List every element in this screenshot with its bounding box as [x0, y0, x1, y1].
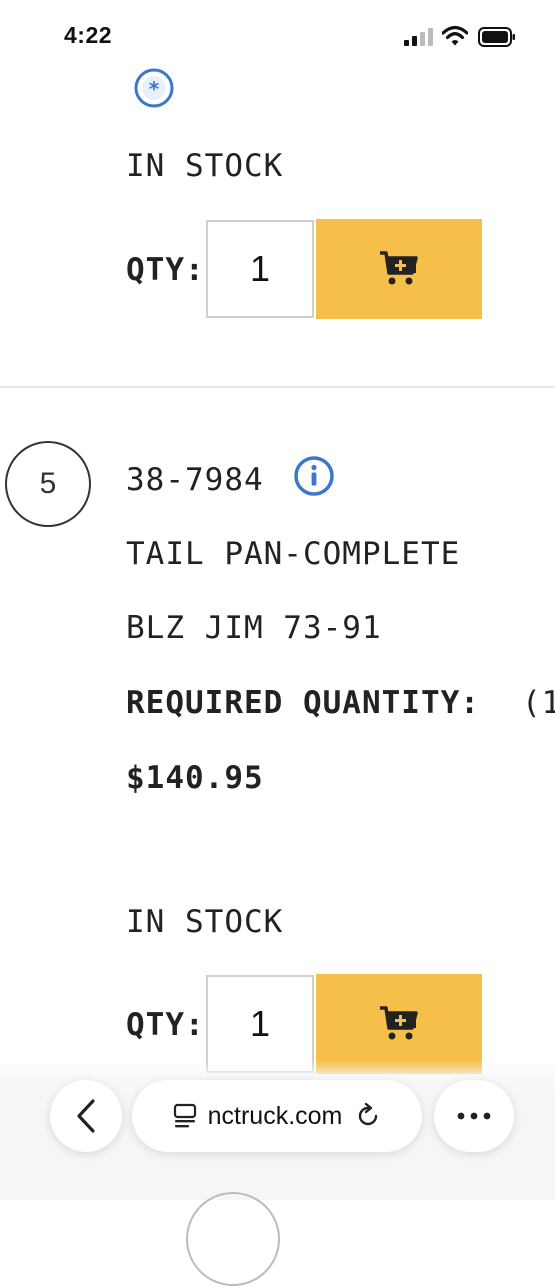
qty-input[interactable] — [206, 975, 314, 1073]
item-index-badge: 5 — [5, 441, 91, 527]
part-fitment: BLZ JIM 73-91 — [126, 610, 382, 646]
add-to-cart-button[interactable] — [316, 974, 482, 1074]
back-chevron-icon — [77, 1099, 95, 1133]
wifi-icon — [442, 25, 468, 46]
address-bar[interactable]: nctruck.com — [132, 1080, 422, 1152]
url-text: nctruck.com — [207, 1101, 343, 1130]
qty-input[interactable] — [206, 220, 314, 318]
part-number: 38-7984 — [126, 462, 264, 498]
reload-icon[interactable] — [354, 1102, 382, 1130]
qty-label: QTY: — [126, 252, 205, 288]
add-to-cart-icon — [380, 251, 418, 285]
next-item-badge — [186, 1192, 280, 1286]
svg-text:*: * — [149, 77, 160, 101]
more-button[interactable] — [434, 1080, 514, 1152]
info-icon[interactable] — [293, 455, 335, 497]
required-quantity-label: REQUIRED QUANTITY: — [126, 685, 480, 721]
qty-label: QTY: — [126, 1007, 205, 1043]
battery-icon — [478, 27, 515, 47]
asterisk-badge-icon[interactable]: * — [133, 67, 175, 109]
status-time: 4:22 — [64, 22, 113, 48]
back-button[interactable] — [50, 1080, 122, 1152]
section-divider — [0, 386, 555, 388]
stock-status: IN STOCK — [126, 904, 284, 940]
stock-status: IN STOCK — [126, 148, 284, 184]
cellular-signal-icon — [404, 28, 433, 46]
price: $140.95 — [126, 760, 264, 796]
add-to-cart-button[interactable] — [316, 219, 482, 319]
more-icon — [457, 1112, 491, 1120]
add-to-cart-icon — [380, 1006, 418, 1040]
reader-icon[interactable] — [172, 1103, 198, 1129]
required-quantity-value: (1 — [522, 685, 555, 721]
part-description: TAIL PAN-COMPLETE — [126, 536, 461, 572]
